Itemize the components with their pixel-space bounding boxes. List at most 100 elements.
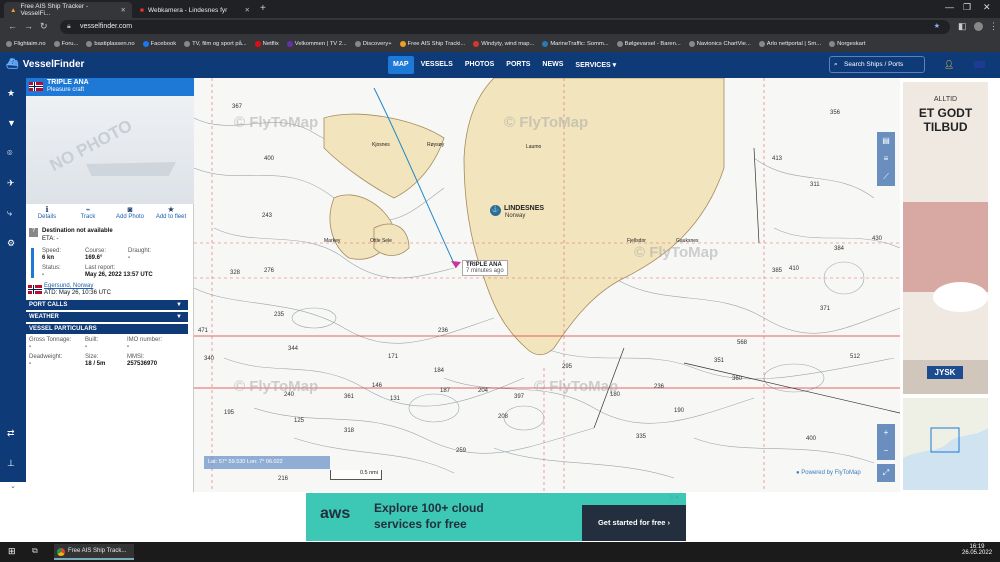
depth-sounding: 216 [278,476,289,482]
taskbar-clock[interactable]: 16:19 26.05.2022 [962,544,992,556]
windows-taskbar: ⊞ ⧉ Free AIS Ship Track... 16:19 26.05.2… [0,542,1000,562]
lindesnes-landmass [463,78,725,356]
close-window-button[interactable]: ✕ [983,2,991,13]
menu-ports[interactable]: PORTS [501,56,535,74]
aws-ad[interactable]: aws Explore 100+ cloud services for free… [306,493,686,541]
bookmark-item[interactable]: Foru... [53,41,78,47]
maximize-button[interactable]: ❐ [963,2,971,13]
track-button[interactable]: ⌁ Track [68,205,108,220]
location-pin-icon[interactable]: ⌾ [7,148,12,159]
map-layers-button[interactable]: ▤ [877,132,895,150]
tab-webkamera[interactable]: ■ Webkamera - Lindesnes fyr ✕ [134,2,256,18]
depth-sounding: 413 [772,156,783,162]
nautical-map[interactable]: © FlyToMap © FlyToMap © FlyToMap © FlyTo… [194,78,900,492]
extensions-icon[interactable]: ◧ [958,21,967,32]
bookmark-item[interactable]: MarineTraffic: Somm... [542,41,609,47]
powered-by-link[interactable]: ● Powered by FlyToMap [796,470,861,476]
close-tab-icon[interactable]: ✕ [121,6,126,14]
depth-sounding: 208 [498,414,509,420]
bookmark-item[interactable]: Free AIS Ship Tracki... [399,41,465,47]
bookmark-item[interactable]: Flightaim.no [6,41,46,47]
bookmark-item[interactable]: Navionics ChartVie... [688,41,751,47]
menu-vessels[interactable]: VESSELS [416,56,458,74]
bookmark-item[interactable]: Norgeskart [829,41,865,47]
jysk-ad[interactable]: ALLTID ET GODT TILBUD JYSK [903,82,988,394]
settings-gear-icon[interactable]: ⚙ [7,238,15,249]
filter-icon[interactable]: ▼ [7,118,16,128]
details-button[interactable]: ℹ Details [27,205,67,220]
minimize-button[interactable]: — [945,2,954,12]
bookmark-item[interactable]: TV, film og sport på... [184,41,247,47]
close-tab-icon[interactable]: ✕ [245,6,250,14]
zoom-in-button[interactable]: + [877,424,895,442]
vessel-particulars-section[interactable]: VESSEL PARTICULARS [26,324,188,334]
reload-button[interactable]: ↻ [40,21,48,32]
origin-norway-flag-icon [28,285,42,294]
port-calls-section[interactable]: PORT CALLS ▼ [26,300,188,310]
collapse-chevron-icon[interactable]: ⌄ [0,482,26,492]
address-bar-row: ← → ↻ 🔒︎ vesselfinder.com ★ ◧ ⋮ [0,18,1000,36]
map-legend-button[interactable]: ≡ [877,150,895,168]
ad-close-icon[interactable]: ▷✕ [670,494,680,501]
depth-sounding: 385 [772,268,783,274]
status-value: - [42,272,44,278]
bookmark-item[interactable]: Velkommen | TV 2... [286,41,347,47]
bookmark-item[interactable]: Facebook [142,41,176,47]
bookmark-item[interactable]: Windyty, wind map... [473,41,534,47]
taskbar-chrome-app[interactable]: Free AIS Ship Track... [54,544,134,560]
destination-flag-icon: ? [29,228,38,237]
norway-label: Norway [505,213,526,219]
weather-section[interactable]: WEATHER ▼ [26,312,188,322]
add-photo-button[interactable]: ◙ Add Photo [110,205,150,220]
search-placeholder: Search Ships / Ports [844,61,904,68]
aws-cta-button[interactable]: Get started for free › [582,505,686,541]
lighthouse-icon[interactable]: ⚓ [490,205,501,216]
profile-avatar[interactable] [974,22,983,31]
menu-photos[interactable]: PHOTOS [460,56,499,74]
depth-sounding: 351 [714,358,725,364]
favorites-star-icon[interactable]: ★ [7,88,15,99]
depth-sounding: 400 [264,156,275,162]
uk-flag-icon[interactable] [974,61,985,68]
origin-port-link[interactable]: Egersund, Norway [44,283,93,289]
bookmark-item[interactable]: Bølgevarsel - Baren... [616,41,681,47]
bookmark-item[interactable]: Arlo nettportal | Sm... [758,41,821,47]
depth-sounding: 131 [390,396,401,402]
tab-vesselfinder[interactable]: ▲ Free AIS Ship Tracker - VesselFi... ✕ [4,2,132,18]
map-watermark: © FlyToMap [634,244,719,261]
user-icon[interactable]: 👤︎ [944,60,954,69]
fullscreen-button[interactable]: ⤢ [877,464,895,482]
map-measure-button[interactable]: ⟋ [877,168,895,186]
main-menu: MAP VESSELS PHOTOS PORTS NEWS SERVICES ▾ [388,56,621,74]
bookmark-item[interactable]: Discovery+ [354,41,392,47]
menu-map[interactable]: MAP [388,56,414,74]
bookmark-item[interactable]: Netflix [254,41,279,47]
atd-text: ATD: May 26, 10:36 UTC [44,290,111,296]
browser-menu-icon[interactable]: ⋮ [989,21,998,32]
bookmark-item[interactable]: bastiplassen.no [86,41,135,47]
depth-sounding: 410 [789,266,800,272]
depth-sounding: 243 [262,213,273,219]
overview-minimap[interactable] [903,398,988,490]
task-view-icon[interactable]: ⧉ [32,546,38,556]
windows-start-icon[interactable]: ⊞ [8,546,16,557]
back-button[interactable]: ← [8,21,17,31]
zoom-out-button[interactable]: − [877,442,895,460]
refresh-icon[interactable]: ⇄ [7,428,15,439]
add-to-fleet-button[interactable]: ★ Add to fleet [151,205,191,220]
forward-button[interactable]: → [24,21,33,31]
bookmark-star-icon[interactable]: ★ [934,20,940,34]
vessel-tooltip[interactable]: TRIPLE ANA 7 minutes ago [462,260,508,276]
search-ships-input[interactable]: ⌕ Search Ships / Ports [829,56,925,73]
url-field[interactable]: 🔒︎ vesselfinder.com ★ [60,20,950,34]
satellite-icon[interactable]: ✈ [7,178,15,189]
route-icon[interactable]: ⤷ [7,208,12,219]
depth-sounding: 512 [850,354,861,360]
menu-services[interactable]: SERVICES ▾ [570,56,621,74]
coordinates-readout: Lat: 57° 59.530 Lon: 7° 06.022 [204,456,330,469]
site-logo[interactable]: ⛴ VesselFinder [6,59,84,70]
depth-sounding: 125 [294,418,305,424]
new-tab-button[interactable]: + [260,3,266,14]
menu-news[interactable]: NEWS [537,56,568,74]
antenna-icon[interactable]: ⊥ [7,458,15,469]
